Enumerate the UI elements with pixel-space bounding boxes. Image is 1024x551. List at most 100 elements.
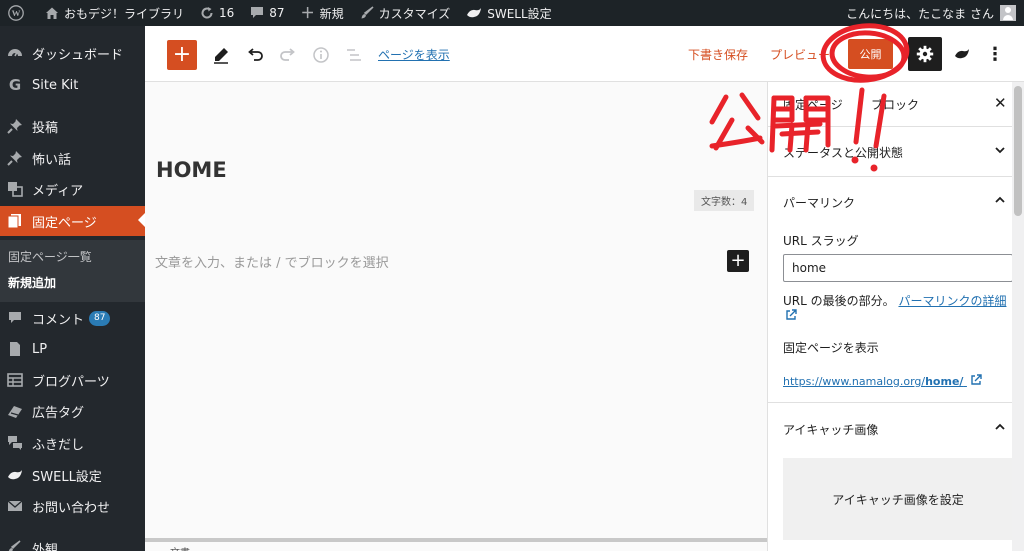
menu-label: LP (32, 341, 48, 357)
menu-lp[interactable]: LP (0, 335, 145, 363)
list-view-button[interactable] (342, 43, 366, 67)
external-link-icon (971, 374, 982, 385)
menu-label: 広告タグ (32, 405, 85, 421)
menu-label: メディア (32, 183, 84, 199)
permalink-details-link[interactable]: パーマリンクの詳細 (898, 294, 1006, 308)
menu-label: 固定ページ (32, 215, 97, 231)
editor-header: + ページを表示 下書き保存 プレビュー 公開 ⋮ (145, 26, 1024, 82)
url-slug-input[interactable] (783, 254, 1013, 282)
breadcrumb[interactable]: 文書 (170, 544, 190, 551)
comments-link[interactable]: 87 (242, 0, 292, 26)
url-slug-label: URL スラッグ (783, 234, 859, 248)
settings-scrollbar[interactable] (1012, 82, 1024, 551)
comment-icon (6, 309, 24, 327)
swell-icon (6, 466, 24, 484)
undo-button[interactable] (243, 43, 267, 67)
menu-label: 投稿 (32, 120, 59, 136)
menu-label: ふきだし (32, 437, 85, 453)
brush-icon (360, 6, 374, 20)
updates-link[interactable]: 16 (192, 0, 242, 26)
comment-icon (250, 6, 264, 20)
redo-button[interactable] (276, 43, 300, 67)
menu-appearance[interactable]: 外観 (0, 534, 145, 551)
swell-panel-button[interactable] (950, 42, 974, 66)
preview-button[interactable]: プレビュー (770, 46, 830, 63)
menu-site-kit[interactable]: G Site Kit (0, 71, 145, 99)
tab-block[interactable]: ブロック (871, 96, 919, 113)
menu-speech-bubbles[interactable]: ふきだし (0, 429, 145, 457)
settings-tabs: 固定ページ ブロック ✕ (768, 82, 1013, 127)
home-icon (45, 6, 59, 20)
add-block-button[interactable]: + (727, 250, 749, 272)
customize-label: カスタマイズ (378, 6, 451, 21)
menu-contact[interactable]: お問い合わせ (0, 492, 145, 520)
menu-media[interactable]: メディア (0, 175, 145, 203)
save-draft-button[interactable]: 下書き保存 (688, 46, 748, 63)
menu-pages[interactable]: 固定ページ (0, 206, 145, 236)
submenu-all-pages[interactable]: 固定ページ一覧 (8, 248, 92, 265)
scrollbar-thumb[interactable] (1014, 86, 1022, 216)
menu-comments[interactable]: コメント 87 (0, 304, 145, 332)
external-link-icon[interactable] (785, 309, 797, 324)
menu-ad-tags[interactable]: 広告タグ (0, 397, 145, 425)
plus-icon: + (172, 42, 192, 67)
footer-divider (145, 538, 767, 542)
site-name-link[interactable]: おもデジ！ライブラリ (37, 0, 192, 26)
menu-scary-stories[interactable]: 怖い話 (0, 144, 145, 172)
swell-settings-link[interactable]: SWELL設定 (458, 0, 559, 26)
status-panel-header[interactable]: ステータスと公開状態 (768, 127, 1013, 177)
more-vertical-icon: ⋮ (986, 43, 1004, 65)
publish-button[interactable]: 公開 (848, 39, 893, 69)
comments-badge: 87 (89, 310, 111, 326)
redo-icon (280, 48, 295, 61)
customize-link[interactable]: カスタマイズ (352, 0, 459, 26)
status-panel-title: ステータスと公開状態 (783, 146, 904, 160)
view-page-label: 固定ページを表示 (783, 341, 879, 355)
page-title[interactable]: HOME (156, 158, 227, 182)
block-inserter-button[interactable]: + (167, 40, 197, 70)
set-featured-label: アイキャッチ画像を設定 (832, 492, 964, 507)
menu-posts[interactable]: 投稿 (0, 112, 145, 140)
chevron-up-icon[interactable] (994, 194, 1006, 209)
wordpress-logo-button[interactable]: W (0, 0, 37, 26)
swell-icon (466, 6, 482, 20)
comments-count: 87 (269, 6, 285, 20)
permalink-panel-title[interactable]: パーマリンク (783, 194, 855, 211)
appearance-icon (6, 539, 24, 551)
submenu-add-new[interactable]: 新規追加 (8, 274, 56, 291)
menu-label: ダッシュボード (32, 47, 124, 63)
details-button[interactable] (309, 43, 333, 67)
updates-count: 16 (219, 6, 235, 20)
close-icon[interactable]: ✕ (994, 94, 1007, 112)
featured-panel-title[interactable]: アイキャッチ画像 (783, 421, 878, 438)
menu-dashboard[interactable]: ダッシュボード (0, 39, 145, 67)
chevron-up-icon[interactable] (994, 421, 1006, 436)
menu-blog-parts[interactable]: ブログパーツ (0, 366, 145, 394)
pencil-icon (214, 48, 228, 64)
tab-page[interactable]: 固定ページ (783, 96, 843, 113)
pages-submenu: 固定ページ一覧 新規追加 (0, 240, 145, 302)
avatar (1000, 5, 1016, 21)
new-content-link[interactable]: ＋ 新規 (293, 0, 352, 26)
menu-label: SWELL設定 (32, 469, 102, 485)
list-view-icon (347, 49, 361, 61)
options-button[interactable]: ⋮ (983, 42, 1007, 66)
swell-label: SWELL設定 (487, 6, 552, 21)
char-count-badge: 文字数：4 (694, 190, 755, 211)
my-account-link[interactable]: こんにちは、たこなま さん (838, 0, 1024, 26)
dashboard-icon (6, 44, 24, 62)
menu-swell-settings[interactable]: SWELL設定 (0, 461, 145, 489)
settings-button[interactable] (908, 37, 942, 71)
menu-label: 怖い話 (32, 152, 72, 168)
mail-icon (6, 497, 24, 515)
view-page-link[interactable]: ページを表示 (378, 46, 450, 63)
swell-icon (955, 49, 969, 59)
page-url-link[interactable]: https://www.namalog.org/home/ (783, 374, 982, 388)
set-featured-image-button[interactable]: アイキャッチ画像を設定 (783, 458, 1013, 540)
menu-label: ブログパーツ (32, 374, 110, 390)
page-url-slug: home/ (925, 375, 964, 388)
admin-sidebar: ダッシュボード G Site Kit 投稿 怖い話 メディア 固定ページ 固定ペ… (0, 26, 145, 551)
pages-icon (6, 212, 24, 230)
tools-button[interactable] (209, 43, 233, 67)
block-placeholder[interactable]: 文章を入力、または / でブロックを選択 (155, 252, 389, 271)
